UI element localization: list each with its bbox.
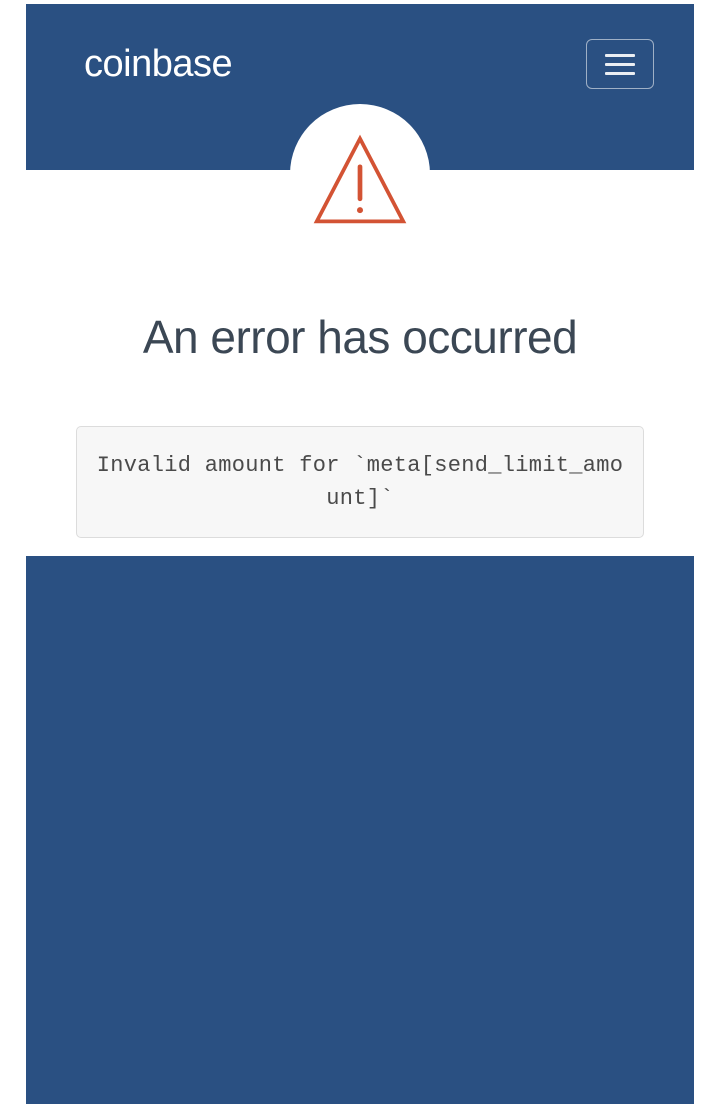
app-container: coinbase An error has occurred Inva — [26, 4, 694, 1104]
error-message-box: Invalid amount for `meta[send_limit_amou… — [76, 426, 644, 538]
content-area: An error has occurred Invalid amount for… — [26, 170, 694, 556]
warning-icon-circle — [290, 104, 430, 244]
menu-toggle-button[interactable] — [586, 39, 654, 89]
page-wrapper: coinbase An error has occurred Inva — [0, 0, 720, 1104]
hamburger-menu-icon — [605, 54, 635, 75]
logo: coinbase — [84, 43, 232, 86]
warning-triangle-icon — [313, 133, 407, 227]
error-message-text: Invalid amount for `meta[send_limit_amou… — [95, 449, 625, 515]
